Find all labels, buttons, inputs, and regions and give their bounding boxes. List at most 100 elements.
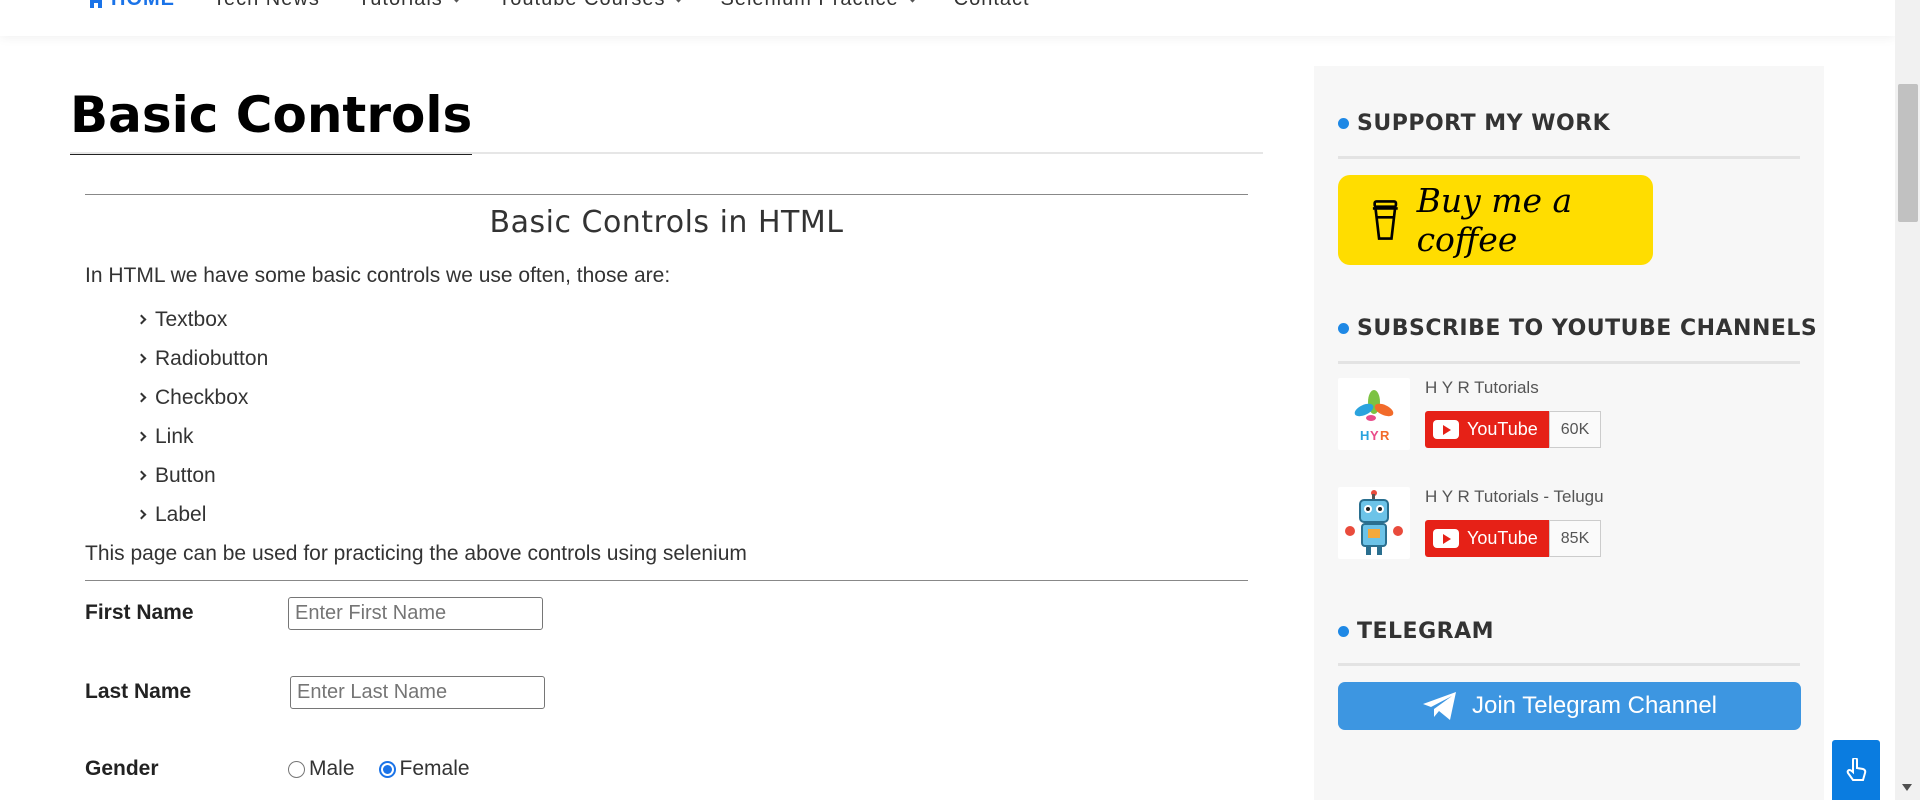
female-option[interactable]: Female [378, 757, 470, 781]
bullet-dot-icon [1338, 118, 1349, 129]
male-radio[interactable] [288, 760, 305, 778]
last-name-label: Last Name [85, 680, 192, 703]
widget-divider [1338, 663, 1800, 666]
subscriber-count: 85K [1549, 520, 1601, 557]
main-content: Basic Controls Basic Controls in HTML In… [70, 66, 1263, 780]
nav-item-tutorials[interactable]: Tutorials [358, 0, 462, 11]
nav-item-tech-news[interactable]: Tech News [213, 0, 320, 11]
nav-item-contact[interactable]: Contact [954, 0, 1030, 11]
coffee-label: Buy me a coffee [1416, 181, 1573, 259]
svg-text:H: H [1360, 428, 1369, 443]
youtube-subscribe-button[interactable]: YouTube [1425, 520, 1549, 557]
telegram-title-text: TELEGRAM [1357, 619, 1494, 644]
chevron-right-icon [136, 470, 147, 481]
chevron-right-icon [136, 509, 147, 520]
subscribe-title-text: SUBSCRIBE TO YOUTUBE CHANNELS [1357, 316, 1818, 341]
scrollbar-thumb[interactable] [1898, 84, 1918, 222]
nav-label-tutorials: Tutorials [358, 0, 443, 11]
youtube-label: YouTube [1467, 419, 1538, 439]
chevron-right-icon [136, 431, 147, 442]
list-item-label: Checkbox [155, 385, 249, 409]
list-item-label: Radiobutton [155, 346, 269, 370]
subscribe-widget-title: SUBSCRIBE TO YOUTUBE CHANNELS [1338, 316, 1817, 341]
list-item: Textbox [136, 300, 1248, 339]
sidebar: SUPPORT MY WORK Buy me a coffee SUBSCRIB… [1314, 66, 1824, 800]
robot-avatar[interactable] [1338, 487, 1410, 559]
list-item-label: Button [155, 463, 216, 487]
nav-item-youtube-courses[interactable]: Youtube Courses [498, 0, 684, 11]
controls-list: Textbox Radiobutton Checkbox Link Button… [136, 300, 1248, 534]
channel-item: H Y R Tutorials - Telugu YouTube 85K [1338, 487, 1800, 567]
first-name-label: First Name [85, 601, 194, 624]
chevron-right-icon [136, 314, 147, 325]
page-scrollbar[interactable] [1895, 0, 1920, 800]
male-label: Male [309, 757, 355, 780]
practice-note: This page can be used for practicing the… [85, 542, 747, 565]
widget-divider [1338, 156, 1800, 159]
list-item-label: Link [155, 424, 194, 448]
chevron-down-icon [451, 0, 462, 3]
nav-item-selenium-practice[interactable]: Selenium Practice [720, 0, 918, 11]
bullet-dot-icon [1338, 323, 1349, 334]
list-item: Link [136, 417, 1248, 456]
nav-label-tech-news: Tech News [213, 0, 320, 11]
last-name-input[interactable] [290, 675, 545, 709]
channel-name[interactable]: H Y R Tutorials - Telugu [1425, 487, 1604, 507]
list-item: Button [136, 456, 1248, 495]
list-item-label: Textbox [155, 307, 228, 331]
female-radio[interactable] [378, 760, 396, 778]
chevron-right-icon [136, 353, 147, 364]
first-name-row: First Name [85, 581, 1248, 645]
nav-label-youtube-courses: Youtube Courses [498, 0, 666, 11]
list-item-label: Label [155, 502, 207, 526]
title-divider [70, 152, 1263, 154]
support-title-text: SUPPORT MY WORK [1357, 111, 1611, 136]
page-title: Basic Controls [70, 66, 473, 155]
gender-label: Gender [85, 757, 159, 780]
youtube-label: YouTube [1467, 528, 1538, 548]
youtube-play-icon [1433, 529, 1459, 548]
coffee-cup-icon [1372, 200, 1398, 240]
gender-radio-group: Male Female [288, 757, 470, 781]
telegram-widget-title: TELEGRAM [1338, 619, 1494, 644]
divider [85, 194, 1248, 195]
accessibility-button[interactable] [1832, 740, 1880, 800]
nav-label-selenium-practice: Selenium Practice [720, 0, 898, 11]
chevron-down-icon [907, 0, 918, 3]
channel-name[interactable]: H Y R Tutorials [1425, 378, 1539, 398]
male-option[interactable]: Male [288, 757, 355, 781]
hyr-logo-avatar[interactable]: H Y R [1338, 378, 1410, 450]
first-name-input[interactable] [288, 596, 543, 630]
intro-text: In HTML we have some basic controls we u… [85, 264, 671, 287]
list-item: Label [136, 495, 1248, 534]
nav-item-home[interactable]: HOME [87, 0, 175, 11]
robot-icon [1345, 490, 1403, 555]
join-telegram-button[interactable]: Join Telegram Channel [1338, 682, 1801, 730]
list-item: Checkbox [136, 378, 1248, 417]
female-label: Female [399, 757, 470, 780]
hyr-logo-icon: H Y R [1354, 390, 1394, 443]
list-item: Radiobutton [136, 339, 1248, 378]
widget-divider [1338, 361, 1800, 364]
pointer-hand-icon [1846, 758, 1867, 781]
home-icon [90, 0, 102, 8]
telegram-icon [1422, 692, 1456, 720]
subscriber-count: 60K [1549, 411, 1601, 448]
scroll-down-arrow-icon[interactable] [1902, 784, 1912, 791]
svg-text:R: R [1380, 428, 1390, 443]
chevron-right-icon [136, 392, 147, 403]
nav-label-home: HOME [111, 0, 175, 11]
channel-item: H Y R H Y R Tutorials YouTube 60K [1338, 378, 1800, 458]
svg-text:Y: Y [1370, 428, 1379, 443]
youtube-subscribe-button[interactable]: YouTube [1425, 411, 1549, 448]
bullet-dot-icon [1338, 626, 1349, 637]
nav-items: HOME Tech News Tutorials Youtube Courses… [87, 0, 1030, 11]
content-body: Basic Controls in HTML In HTML we have s… [85, 194, 1248, 799]
telegram-button-label: Join Telegram Channel [1471, 692, 1718, 719]
chevron-down-icon [674, 0, 684, 3]
gender-row: Gender Male Female [85, 739, 1248, 799]
youtube-play-icon [1433, 420, 1459, 439]
buy-me-a-coffee-button[interactable]: Buy me a coffee [1338, 175, 1653, 265]
section-heading: Basic Controls in HTML [489, 205, 844, 240]
nav-label-contact: Contact [954, 0, 1030, 11]
